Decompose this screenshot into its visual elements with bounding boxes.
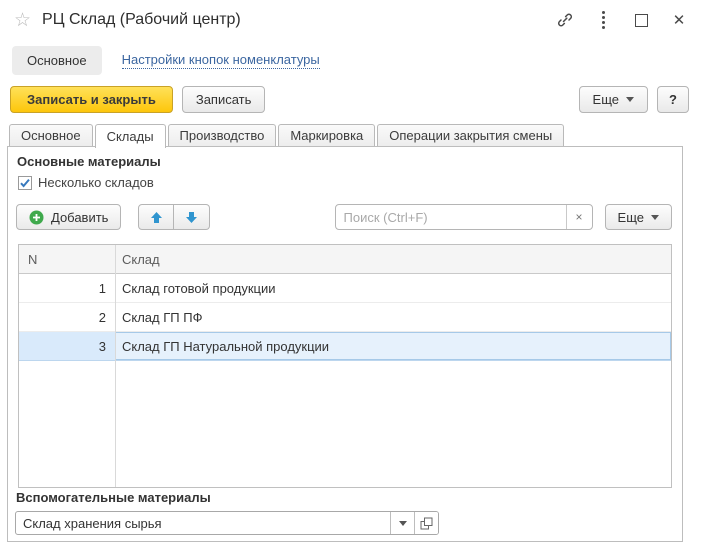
aux-materials-title: Вспомогательные материалы: [16, 490, 211, 505]
warehouses-tab-panel: Основные материалы Несколько складов Доб…: [7, 146, 683, 542]
add-row-button[interactable]: Добавить: [16, 204, 121, 230]
arrow-up-icon: [150, 211, 163, 224]
column-header-n[interactable]: N: [19, 252, 115, 267]
move-up-button[interactable]: [138, 204, 174, 230]
column-header-warehouse[interactable]: Склад: [115, 252, 671, 267]
add-plus-icon: [29, 210, 44, 225]
maximize-icon[interactable]: [633, 12, 649, 28]
aux-warehouse-input[interactable]: [16, 512, 390, 534]
chevron-down-icon: [626, 97, 634, 102]
warehouses-table: N Склад 1Склад готовой продукции2Склад Г…: [18, 244, 672, 488]
main-materials-title: Основные материалы: [17, 154, 161, 169]
aux-warehouse-combo: [15, 511, 439, 535]
save-and-close-button[interactable]: Записать и закрыть: [10, 86, 173, 113]
nav-nomenclature-buttons-link[interactable]: Настройки кнопок номенклатуры: [122, 52, 320, 69]
tab-2[interactable]: Производство: [168, 124, 277, 146]
tab-1[interactable]: Склады: [95, 124, 166, 148]
arrow-down-icon: [185, 211, 198, 224]
aux-open-button[interactable]: [414, 512, 438, 534]
table-row[interactable]: 3Склад ГП Натуральной продукции: [19, 332, 671, 361]
warehouse-cell[interactable]: Склад готовой продукции: [115, 281, 671, 296]
open-form-icon: [420, 517, 433, 530]
get-link-icon[interactable]: [557, 12, 573, 28]
column-divider: [115, 245, 116, 487]
multiple-warehouses-checkbox[interactable]: Несколько складов: [18, 175, 154, 190]
move-down-button[interactable]: [174, 204, 210, 230]
tab-3[interactable]: Маркировка: [278, 124, 375, 146]
save-button[interactable]: Записать: [182, 86, 266, 113]
help-button[interactable]: ?: [657, 86, 689, 113]
more-button[interactable]: Еще: [579, 86, 648, 113]
clear-search-icon[interactable]: ×: [566, 205, 592, 229]
row-number-cell[interactable]: 2: [19, 310, 115, 325]
checkbox-check-icon: [18, 176, 32, 190]
nav-main-tab[interactable]: Основное: [12, 46, 102, 75]
more-menu-icon[interactable]: [595, 12, 611, 28]
command-bar: Записать и закрыть Записать Еще ?: [10, 86, 689, 113]
table-header-row: N Склад: [19, 245, 671, 274]
window-header: ☆ РЦ Склад (Рабочий центр) ✕: [0, 0, 701, 40]
checkbox-label: Несколько складов: [38, 175, 154, 190]
table-body: 1Склад готовой продукции2Склад ГП ПФ3Скл…: [19, 274, 671, 361]
chevron-down-icon: [651, 215, 659, 220]
chevron-down-icon: [399, 521, 407, 526]
close-icon[interactable]: ✕: [671, 12, 687, 28]
tab-0[interactable]: Основное: [9, 124, 93, 146]
tab-4[interactable]: Операции закрытия смены: [377, 124, 564, 146]
aux-dropdown-button[interactable]: [390, 512, 414, 534]
form-nav: Основное Настройки кнопок номенклатуры: [12, 44, 689, 76]
table-row[interactable]: 1Склад готовой продукции: [19, 274, 671, 303]
row-number-cell[interactable]: 3: [19, 339, 115, 354]
warehouse-cell[interactable]: Склад ГП ПФ: [115, 310, 671, 325]
tab-strip: ОсновноеСкладыПроизводствоМаркировкаОпер…: [9, 124, 566, 148]
table-row[interactable]: 2Склад ГП ПФ: [19, 303, 671, 332]
table-toolbar: Добавить × Еще: [16, 204, 672, 230]
table-more-button[interactable]: Еще: [605, 204, 672, 230]
window-title: РЦ Склад (Рабочий центр): [42, 11, 241, 29]
search-box: ×: [335, 204, 593, 230]
favorite-star-icon[interactable]: ☆: [14, 11, 31, 30]
warehouse-cell[interactable]: Склад ГП Натуральной продукции: [115, 332, 671, 360]
search-input[interactable]: [336, 205, 566, 229]
row-number-cell[interactable]: 1: [19, 281, 115, 296]
